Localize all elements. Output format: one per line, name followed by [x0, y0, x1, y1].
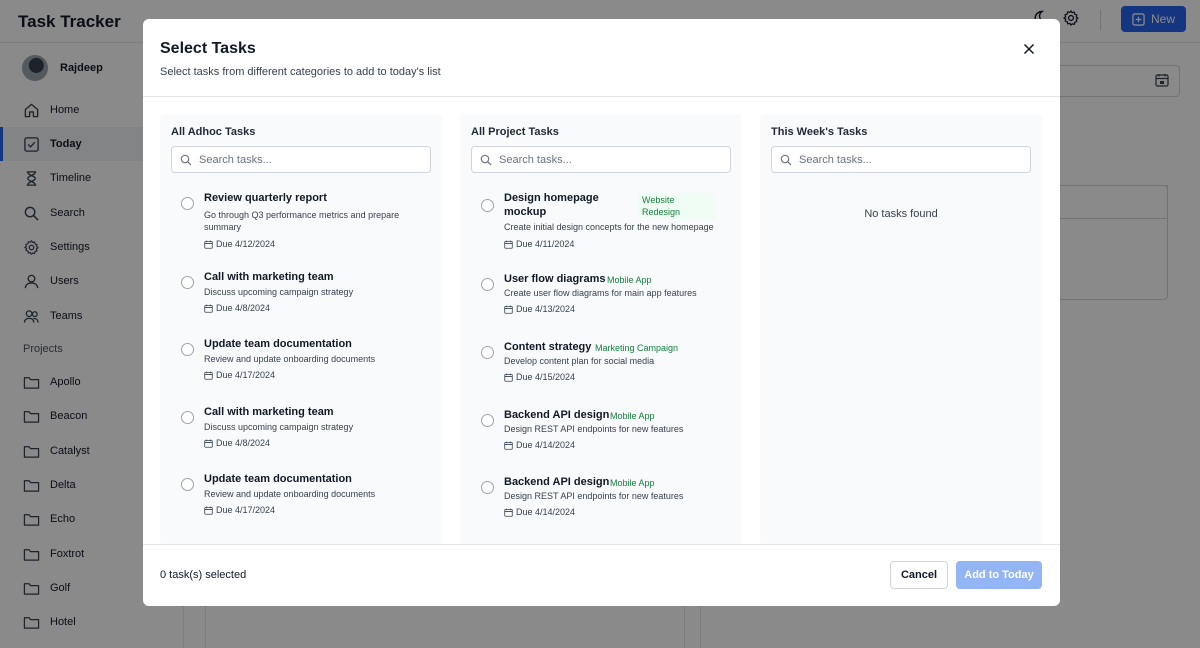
column-title: This Week's Tasks: [771, 126, 868, 138]
task-title: Update team documentation: [204, 338, 352, 350]
calendar-icon: [204, 438, 213, 448]
adhoc-tasks-column: All Adhoc Tasks Review quarterly report …: [160, 114, 442, 544]
task-description: Go through Q3 performance metrics and pr…: [204, 210, 400, 232]
task-radio[interactable]: [481, 199, 494, 212]
task-description: Review and update onboarding documents: [204, 354, 376, 364]
task-radio[interactable]: [481, 481, 494, 494]
week-search-input[interactable]: [799, 153, 1019, 166]
task-due-date: Due 4/11/2024: [516, 239, 575, 249]
adhoc-search: [171, 146, 431, 173]
project-tag: Mobile App: [607, 275, 652, 285]
task-description: Discuss upcoming campaign strategy: [204, 422, 354, 432]
task-description: Design REST API endpoints for new featur…: [504, 424, 684, 434]
task-due-date: Due 4/14/2024: [516, 507, 576, 517]
task-description: Discuss upcoming campaign strategy: [204, 287, 354, 297]
project-tag: Mobile App: [610, 411, 655, 421]
empty-state-message: No tasks found: [864, 208, 938, 220]
selected-count: 0 task(s) selected: [160, 569, 247, 581]
modal-subtitle: Select tasks from different categories t…: [160, 66, 441, 78]
task-title: Update team documentation: [204, 473, 352, 485]
task-radio[interactable]: [181, 411, 194, 424]
column-title: All Project Tasks: [471, 126, 559, 138]
add-to-today-button[interactable]: Add to Today: [956, 561, 1042, 589]
task-due-date: Due 4/8/2024: [216, 438, 271, 448]
calendar-icon: [204, 303, 213, 313]
calendar-icon: [504, 372, 513, 382]
task-title: User flow diagrams: [504, 273, 606, 285]
calendar-icon: [204, 505, 213, 515]
task-description: Create initial design concepts for the n…: [504, 222, 714, 232]
task-radio[interactable]: [481, 278, 494, 291]
task-title: Backend API design: [504, 476, 610, 488]
calendar-icon: [504, 239, 513, 249]
task-description: Create user flow diagrams for main app f…: [504, 288, 697, 298]
calendar-icon: [204, 239, 213, 249]
task-title: Backend API design: [504, 409, 610, 421]
cancel-button[interactable]: Cancel: [890, 561, 948, 589]
task-due: Due 4/12/2024: [204, 239, 275, 249]
task-title: Review quarterly report: [204, 192, 327, 204]
task-due: Due 4/17/2024: [204, 370, 275, 380]
calendar-icon: [204, 370, 213, 380]
search-icon: [180, 154, 192, 165]
task-radio[interactable]: [181, 197, 194, 210]
close-icon[interactable]: [1021, 41, 1037, 57]
week-tasks-column: This Week's Tasks No tasks found: [760, 114, 1042, 544]
search-icon: [780, 154, 792, 165]
task-description: Review and update onboarding documents: [204, 489, 376, 499]
task-due-date: Due 4/17/2024: [216, 505, 276, 515]
calendar-icon: [504, 440, 513, 450]
project-search: [471, 146, 731, 173]
calendar-icon: [504, 507, 513, 517]
task-title: Call with marketing team: [204, 271, 334, 283]
task-description: Develop content plan for social media: [504, 356, 655, 366]
task-due: Due 4/17/2024: [204, 505, 275, 515]
adhoc-search-input[interactable]: [199, 153, 419, 166]
project-tag: Mobile App: [610, 478, 655, 488]
week-search: [771, 146, 1031, 173]
column-title: All Adhoc Tasks: [171, 126, 256, 138]
task-radio[interactable]: [181, 478, 194, 491]
task-due: Due 4/14/2024: [504, 440, 575, 450]
task-radio[interactable]: [481, 414, 494, 427]
project-search-input[interactable]: [499, 153, 719, 166]
task-due-date: Due 4/13/2024: [516, 304, 576, 314]
task-title: Content strategy: [504, 341, 592, 353]
task-title: Call with marketing team: [204, 406, 334, 418]
task-radio[interactable]: [481, 346, 494, 359]
task-due: Due 4/8/2024: [204, 303, 270, 313]
calendar-icon: [504, 304, 513, 314]
search-icon: [480, 154, 492, 165]
modal-footer-divider: [143, 544, 1060, 545]
task-due: Due 4/13/2024: [504, 304, 575, 314]
task-title: Design homepage mockup: [504, 192, 599, 218]
modal-title: Select Tasks: [160, 40, 256, 57]
task-due-date: Due 4/17/2024: [216, 370, 276, 380]
task-due: Due 4/8/2024: [204, 438, 270, 448]
task-due: Due 4/15/2024: [504, 372, 575, 382]
project-tasks-column: All Project Tasks Design homepage mockup…: [460, 114, 742, 544]
project-tag: Website Redesign: [638, 193, 716, 219]
task-due-date: Due 4/15/2024: [516, 372, 576, 382]
task-due: Due 4/11/2024: [504, 239, 574, 249]
task-due: Due 4/14/2024: [504, 507, 575, 517]
task-due-date: Due 4/12/2024: [216, 239, 276, 249]
task-due-date: Due 4/14/2024: [516, 440, 576, 450]
task-description: Design REST API endpoints for new featur…: [504, 491, 684, 501]
task-radio[interactable]: [181, 343, 194, 356]
select-tasks-modal: Select Tasks Select tasks from different…: [143, 19, 1060, 606]
modal-divider: [143, 96, 1060, 97]
project-tag: Marketing Campaign: [595, 343, 679, 353]
task-due-date: Due 4/8/2024: [216, 303, 271, 313]
task-radio[interactable]: [181, 276, 194, 289]
